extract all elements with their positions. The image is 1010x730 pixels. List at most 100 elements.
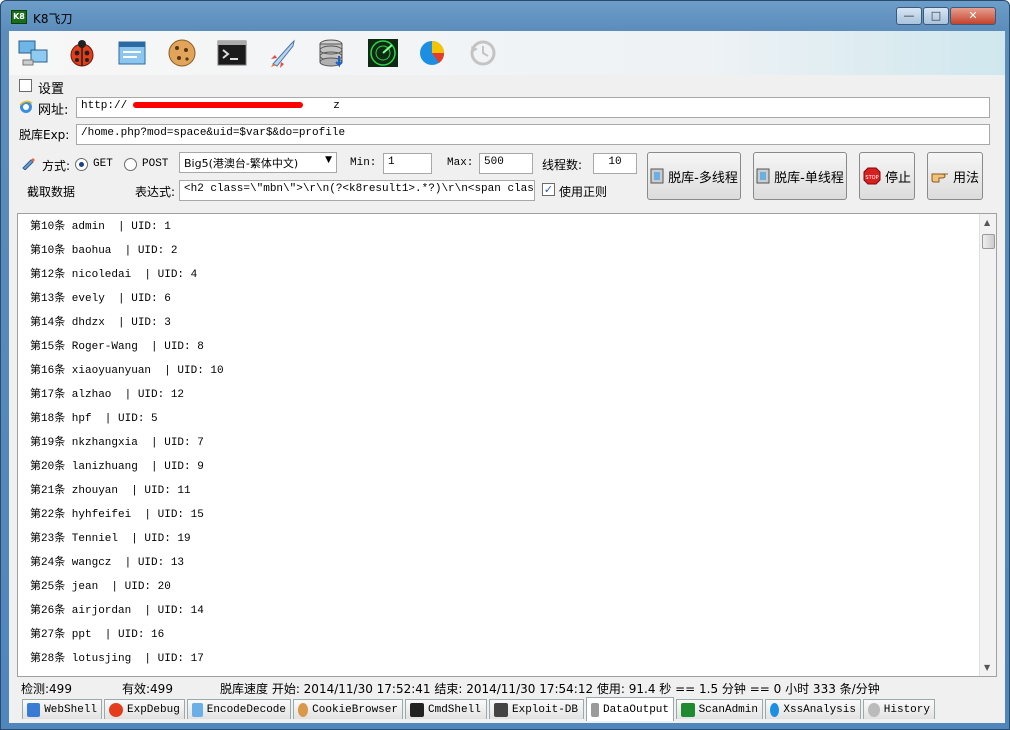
list-item: 第14条 dhdzx | UID: 3: [30, 317, 171, 329]
post-label: POST: [142, 158, 169, 170]
min-input[interactable]: 1: [383, 153, 432, 174]
exp-label: 脱库Exp:: [19, 128, 70, 142]
ladybug-icon: [70, 40, 94, 67]
scroll-thumb[interactable]: [982, 234, 995, 249]
tab-exploit-db[interactable]: Exploit-DB: [489, 699, 584, 719]
window-title: K8飞刀: [33, 12, 73, 26]
database-icon: [591, 702, 599, 717]
list-item: 第10条 baohua | UID: 2: [30, 245, 178, 257]
toolbar-webshell-button[interactable]: [15, 36, 51, 70]
capture-label: 截取数据: [27, 185, 76, 199]
toolbar-cookie-button[interactable]: [164, 36, 200, 70]
toolbar-cmdshell-button[interactable]: [214, 36, 250, 70]
stop-icon: STOP: [863, 167, 881, 185]
toolbar-encode-button[interactable]: [114, 36, 150, 70]
history-icon: [868, 702, 880, 717]
usage-button[interactable]: 用法: [927, 152, 983, 200]
list-item: 第22条 hyhfeifei | UID: 15: [30, 509, 204, 521]
tab-encodedecode[interactable]: EncodeDecode: [187, 699, 291, 719]
chevron-down-icon: ▼: [325, 155, 332, 165]
list-item: 第16条 xiaoyuanyuan | UID: 10: [30, 365, 224, 377]
close-button[interactable]: ✕: [950, 7, 996, 25]
tab-label: CmdShell: [428, 703, 481, 716]
window-icon: [192, 702, 203, 717]
toolbar: [9, 31, 1005, 75]
regex-label: 表达式:: [135, 185, 176, 199]
tab-label: Exploit-DB: [512, 703, 579, 716]
list-item: 第12条 nicoledai | UID: 4: [30, 269, 198, 281]
tab-cookiebrowser[interactable]: CookieBrowser: [293, 699, 403, 719]
min-label: Min:: [350, 157, 377, 169]
toolbar-database-button[interactable]: [315, 36, 351, 70]
tab-cmdshell[interactable]: CmdShell: [405, 699, 487, 719]
tab-webshell[interactable]: WebShell: [22, 699, 102, 719]
tab-label: XssAnalysis: [783, 703, 856, 716]
svg-text:STOP: STOP: [865, 175, 878, 181]
db-small-icon: [650, 168, 664, 184]
threads-input[interactable]: 10: [593, 153, 637, 174]
tab-xssanalysis[interactable]: XssAnalysis: [765, 699, 861, 719]
pen-icon: [22, 158, 35, 170]
detected-count: 检测:499: [21, 682, 72, 696]
list-item: 第21条 zhouyan | UID: 11: [30, 485, 191, 497]
url-input[interactable]: http:// z: [76, 97, 990, 118]
max-input[interactable]: 500: [479, 153, 533, 174]
db-small-icon: [756, 168, 770, 184]
list-item: 第10条 admin | UID: 1: [30, 221, 171, 233]
dump-singlethread-label: 脱库-单线程: [774, 170, 844, 186]
client-area: 设置 网址: http:// z 脱库Exp: /home.php?mod=spa…: [9, 31, 1005, 723]
toolbar-history-button[interactable]: [465, 36, 501, 70]
use-regex-checkbox[interactable]: ✓: [542, 183, 555, 196]
tab-label: CookieBrowser: [312, 703, 398, 716]
toolbar-expdebug-button[interactable]: [64, 36, 100, 70]
dump-multithread-label: 脱库-多线程: [668, 170, 738, 186]
settings-label: 设置: [38, 82, 65, 97]
encoding-select[interactable]: Big5(港澳台-繁体中文) ▼: [179, 152, 337, 173]
scroll-down-icon[interactable]: ▼: [984, 663, 990, 672]
url-label: 网址:: [38, 103, 69, 118]
usage-label: 用法: [952, 170, 979, 186]
url-value-tail: z: [333, 100, 340, 112]
vertical-scrollbar[interactable]: ▲ ▼: [979, 214, 996, 676]
list-item: 第23条 Tenniel | UID: 19: [30, 533, 191, 545]
tab-dataoutput[interactable]: DataOutput: [586, 697, 674, 721]
dump-singlethread-button[interactable]: 脱库-单线程: [753, 152, 847, 200]
exp-input[interactable]: /home.php?mod=space&uid=$var$&do=profile: [76, 124, 990, 145]
tab-expdebug[interactable]: ExpDebug: [104, 699, 185, 719]
url-value: http://: [81, 100, 128, 112]
list-item: 第25条 jean | UID: 20: [30, 581, 171, 593]
toolbar-scanadmin-button[interactable]: [365, 36, 401, 70]
regex-input[interactable]: <h2 class=\"mbn\">\r\n(?<k8result1>.*?)\…: [179, 180, 535, 201]
list-item: 第20条 lanizhuang | UID: 9: [30, 461, 204, 473]
pointing-hand-icon: [931, 173, 948, 183]
list-item: 第26条 airjordan | UID: 14: [30, 605, 204, 617]
tab-scanadmin[interactable]: ScanAdmin: [676, 699, 763, 719]
toolbar-exploit-button[interactable]: [265, 36, 301, 70]
settings-checkbox[interactable]: [19, 79, 32, 92]
tab-label: WebShell: [44, 703, 97, 716]
stop-button[interactable]: STOP 停止: [859, 152, 915, 200]
get-radio[interactable]: [75, 158, 88, 171]
toolbar-xss-button[interactable]: [415, 36, 451, 70]
list-item: 第15条 Roger-Wang | UID: 8: [30, 341, 204, 353]
tab-label: DataOutput: [602, 703, 669, 716]
tab-label: ExpDebug: [127, 703, 180, 716]
post-radio[interactable]: [124, 158, 137, 171]
list-item: 第24条 wangcz | UID: 13: [30, 557, 185, 569]
bottom-tab-strip: WebShell ExpDebug EncodeDecode CookieBrowse…: [17, 697, 997, 721]
title-bar[interactable]: K8 K8飞刀 — □ ✕: [1, 1, 1009, 31]
speed-info: 脱库速度 开始: 2014/11/30 17:52:41 结束: 2014/11…: [220, 682, 880, 696]
scroll-up-icon[interactable]: ▲: [984, 218, 990, 227]
dump-multithread-button[interactable]: 脱库-多线程: [647, 152, 741, 200]
list-item: 第17条 alzhao | UID: 12: [30, 389, 185, 401]
max-label: Max:: [447, 157, 474, 169]
cookie-icon: [168, 39, 196, 67]
threads-label: 线程数:: [542, 158, 583, 172]
tab-history[interactable]: History: [863, 699, 935, 719]
app-window: K8 K8飞刀 — □ ✕ 设置 网址: http:// z 脱库Exp: /h…: [0, 0, 1010, 730]
minimize-button[interactable]: —: [896, 7, 922, 25]
maximize-button[interactable]: □: [923, 7, 949, 25]
tab-label: EncodeDecode: [206, 703, 286, 716]
data-output-list[interactable]: 第10条 admin | UID: 1 第10条 baohua | UID: 2 第…: [17, 213, 997, 677]
use-regex-label: 使用正则: [559, 185, 608, 199]
